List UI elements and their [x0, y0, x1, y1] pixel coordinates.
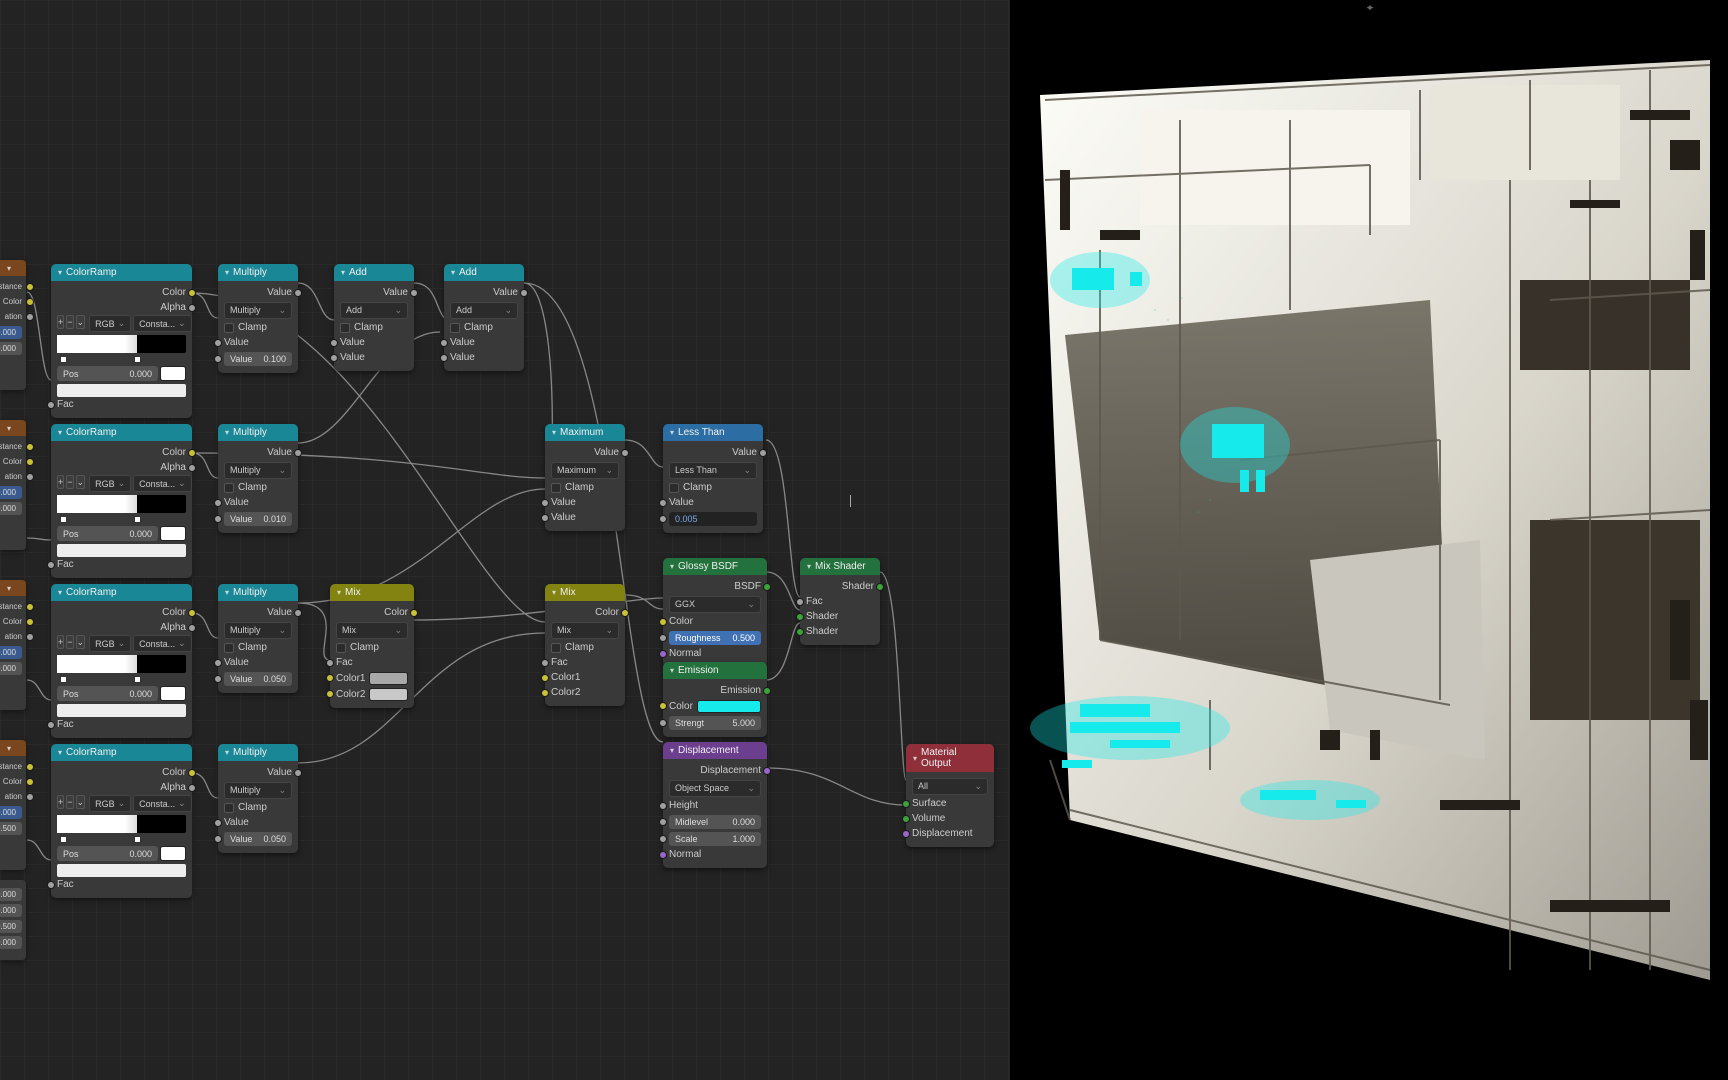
texture-fragment-2[interactable]: stance Color ation 0.000 0.000 [0, 420, 26, 550]
output-socket-alpha[interactable] [188, 304, 196, 312]
stop-color-swatch[interactable] [160, 366, 186, 381]
node-header[interactable]: ColorRamp [51, 264, 192, 281]
colorramp-node-1[interactable]: ColorRamp Color Alpha +−⌄RGBConsta... Po… [51, 264, 192, 418]
strength-field[interactable]: Strengt5.000 [669, 716, 761, 730]
value-fragment[interactable]: 0.000 0.000 0.500 0.000 [0, 880, 26, 960]
ramp-mode-dropdown[interactable]: Consta... [133, 315, 192, 332]
maximum-node[interactable]: Maximum Value Maximum Clamp Value Value [545, 424, 625, 531]
target-dropdown[interactable]: All [912, 778, 988, 795]
scale-field[interactable]: Scale1.000 [669, 832, 761, 846]
render-preview [1010, 0, 1728, 1080]
node-header[interactable] [0, 420, 26, 436]
value-field[interactable]: Value0.100 [224, 352, 292, 366]
roughness-field[interactable]: Roughness0.500 [669, 631, 761, 645]
node-header[interactable] [0, 740, 26, 756]
input-socket-fac[interactable] [47, 401, 55, 409]
material-output-node[interactable]: Material Output All Surface Volume Displ… [906, 744, 994, 847]
node-header[interactable]: ColorRamp [51, 584, 192, 601]
colorramp-node-3[interactable]: ColorRamp Color Alpha +−⌄RGBConsta... Po… [51, 584, 192, 738]
colorramp-node-2[interactable]: ColorRamp Color Alpha +−⌄RGBConsta... Po… [51, 424, 192, 578]
text-cursor [850, 495, 851, 507]
ramp-stops[interactable] [57, 356, 186, 363]
emission-node[interactable]: Emission Emission Color Strengt5.000 [663, 662, 767, 737]
mix-color-node-1[interactable]: Mix Color Mix Clamp Fac Color1 Color2 [330, 584, 414, 708]
node-header[interactable] [0, 260, 26, 276]
output-socket-color[interactable] [188, 289, 196, 297]
ramp-add-button[interactable]: + [57, 315, 64, 329]
ramp-remove-button[interactable]: − [66, 315, 73, 329]
add-node-2[interactable]: Add Value Add Clamp Value Value [444, 264, 524, 371]
texture-fragment-1[interactable]: stance Color ation 0.000 0.000 [0, 260, 26, 390]
node-header[interactable]: Multiply [218, 264, 298, 281]
node-header[interactable] [0, 580, 26, 596]
multiply-node-1[interactable]: Multiply Value Multiply Clamp Value Valu… [218, 264, 298, 373]
ramp-interp-dropdown[interactable]: RGB [89, 315, 131, 332]
pos-field[interactable]: Pos0.000 [57, 366, 158, 381]
colorramp-node-4[interactable]: ColorRamp Color Alpha +−⌄RGBConsta... Po… [51, 744, 192, 898]
glossy-bsdf-node[interactable]: Glossy BSDF BSDF GGX Color Roughness0.50… [663, 558, 767, 667]
distribution-dropdown[interactable]: GGX [669, 596, 761, 613]
clamp-checkbox[interactable] [224, 323, 234, 333]
add-node-1[interactable]: Add Value Add Clamp Value Value [334, 264, 414, 371]
ramp-menu-button[interactable]: ⌄ [76, 315, 86, 329]
threshold-field[interactable]: 0.005 [669, 512, 757, 526]
multiply-node-2[interactable]: Multiply Value Multiply Clamp Value Valu… [218, 424, 298, 533]
multiply-node-4[interactable]: Multiply Value Multiply Clamp Value Valu… [218, 744, 298, 853]
area-splitter[interactable]: ◂▸ [1010, 0, 1728, 14]
color-ramp-gradient[interactable] [57, 335, 186, 353]
less-than-node[interactable]: Less Than Value Less Than Clamp Value 0.… [663, 424, 763, 533]
mix-shader-node[interactable]: Mix Shader Shader Fac Shader Shader [800, 558, 880, 645]
math-op-dropdown[interactable]: Multiply [224, 302, 292, 319]
viewport-3d[interactable]: ◂▸ [1010, 0, 1728, 1080]
texture-fragment-4[interactable]: stance Color ation 0.000 0.500 [0, 740, 26, 870]
space-dropdown[interactable]: Object Space [669, 780, 761, 797]
midlevel-field[interactable]: Midlevel0.000 [669, 815, 761, 829]
mix-color-node-2[interactable]: Mix Color Mix Clamp Fac Color1 Color2 [545, 584, 625, 706]
ramp-preview [57, 384, 186, 397]
node-editor[interactable]: stance Color ation 0.000 0.000 stance Co… [0, 0, 1010, 1080]
node-header[interactable]: ColorRamp [51, 424, 192, 441]
displacement-node[interactable]: Displacement Displacement Object Space H… [663, 742, 767, 868]
node-header[interactable]: ColorRamp [51, 744, 192, 761]
emission-color-swatch[interactable] [697, 700, 761, 713]
multiply-node-3[interactable]: Multiply Value Multiply Clamp Value Valu… [218, 584, 298, 693]
texture-fragment-3[interactable]: stance Color ation 0.000 0.000 [0, 580, 26, 710]
